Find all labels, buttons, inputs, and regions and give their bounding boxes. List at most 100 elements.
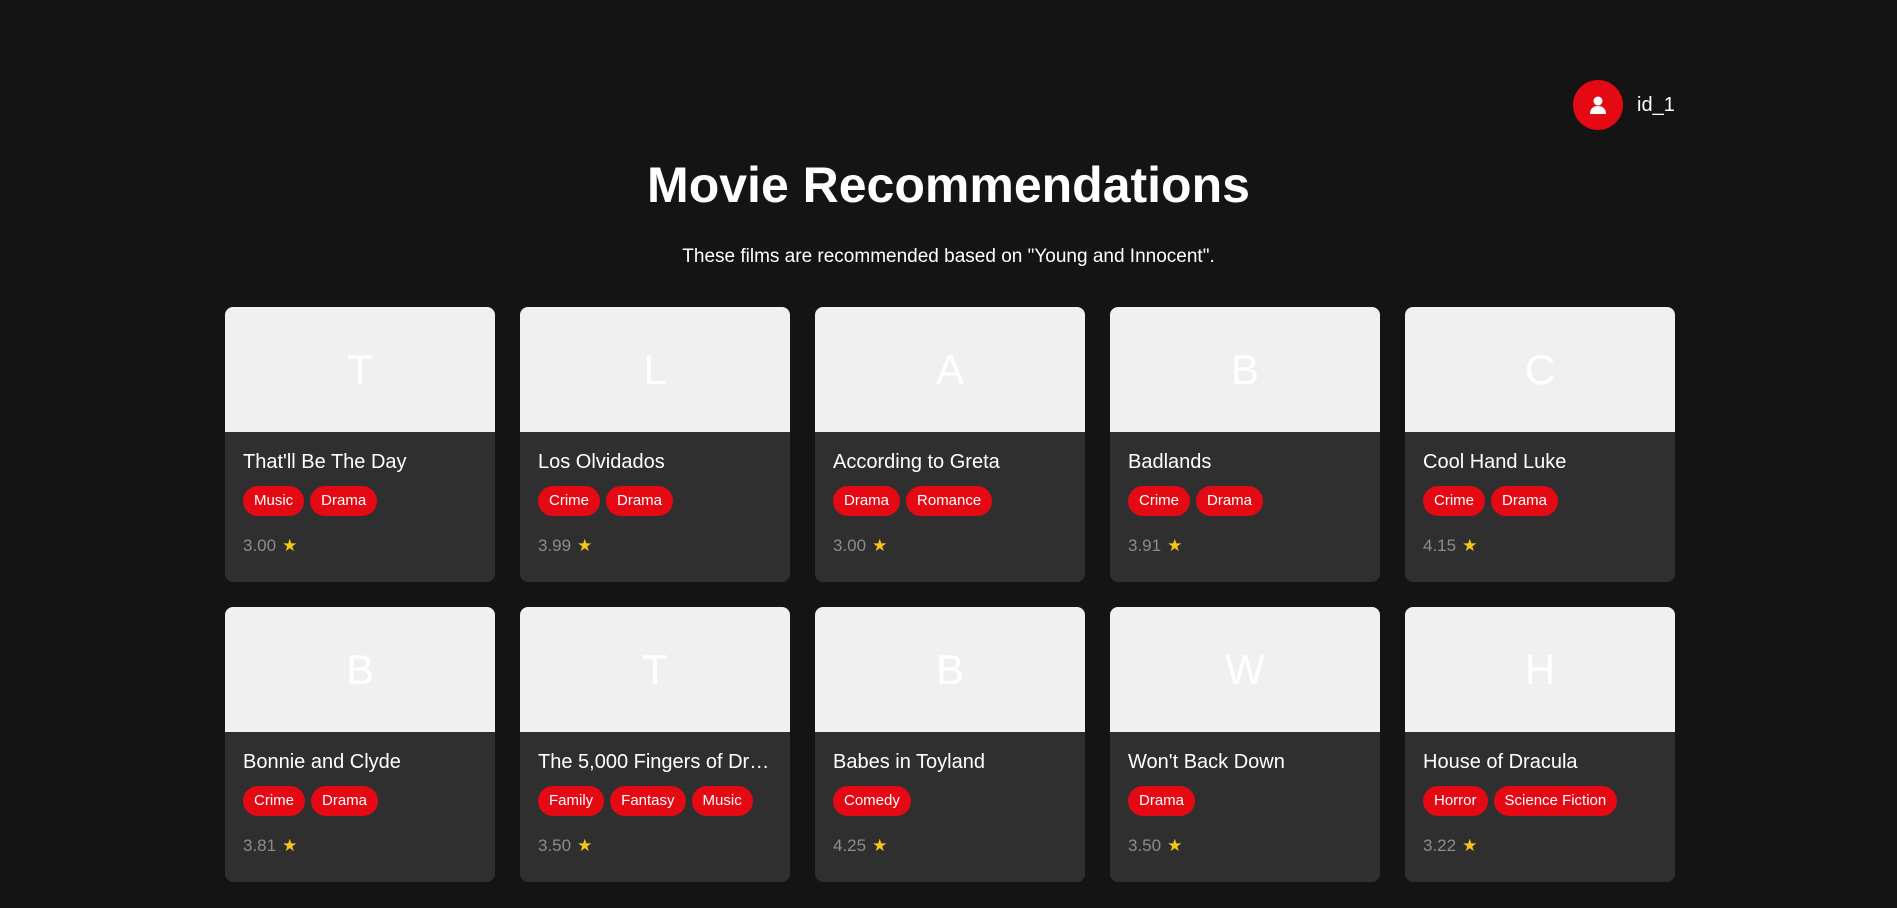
movie-rating: 3.81 ★ [243, 836, 477, 856]
star-icon: ★ [1462, 536, 1478, 555]
movie-card-body: Los Olvidados Crime Drama 3.99 ★ [520, 432, 790, 556]
movie-card[interactable]: T The 5,000 Fingers of Dr… Family Fantasy Mu… [520, 607, 790, 882]
movie-poster[interactable]: T [225, 307, 495, 432]
movie-rating: 4.25 ★ [833, 836, 1067, 856]
genre-tag: Drama [310, 486, 378, 516]
movie-card[interactable]: B Bonnie and Clyde Crime Drama 3.81 ★ [225, 607, 495, 882]
movie-poster[interactable]: W [1110, 607, 1380, 732]
star-icon: ★ [577, 836, 593, 855]
genre-tag: Fantasy [610, 786, 686, 816]
movie-title[interactable]: The 5,000 Fingers of Dr… [538, 750, 772, 774]
rating-value: 3.50 [538, 836, 572, 855]
genre-tag: Drama [1128, 786, 1196, 816]
movie-title[interactable]: Badlands [1128, 450, 1362, 474]
movie-card[interactable]: W Won't Back Down Drama 3.50 ★ [1110, 607, 1380, 882]
genre-tag: Drama [1491, 486, 1559, 516]
rating-value: 3.99 [538, 536, 572, 555]
rating-value: 4.25 [833, 836, 867, 855]
genre-tag: Drama [311, 786, 379, 816]
movie-rating: 3.00 ★ [243, 536, 477, 556]
genre-tag: Crime [1128, 486, 1190, 516]
genre-tags: Crime Drama [1423, 486, 1657, 516]
movie-card-body: Won't Back Down Drama 3.50 ★ [1110, 732, 1380, 856]
rating-value: 3.00 [833, 536, 867, 555]
movie-title[interactable]: Bonnie and Clyde [243, 750, 477, 774]
page-subtitle: These films are recommended based on "Yo… [682, 246, 1215, 267]
movie-card-body: Cool Hand Luke Crime Drama 4.15 ★ [1405, 432, 1675, 556]
movie-poster[interactable]: L [520, 307, 790, 432]
movie-rating: 4.15 ★ [1423, 536, 1657, 556]
genre-tags: Drama [1128, 786, 1362, 816]
movie-card[interactable]: L Los Olvidados Crime Drama 3.99 ★ [520, 307, 790, 582]
movie-title[interactable]: Los Olvidados [538, 450, 772, 474]
genre-tags: Music Drama [243, 486, 477, 516]
rating-value: 4.15 [1423, 536, 1457, 555]
movie-poster[interactable]: B [1110, 307, 1380, 432]
movie-card-body: House of Dracula Horror Science Fiction 3.2… [1405, 732, 1675, 856]
movie-grid: T That'll Be The Day Music Drama 3.00 ★ L Los O… [225, 307, 1675, 882]
movie-card-body: That'll Be The Day Music Drama 3.00 ★ [225, 432, 495, 556]
movie-poster[interactable]: B [815, 607, 1085, 732]
movie-card-body: Badlands Crime Drama 3.91 ★ [1110, 432, 1380, 556]
genre-tag: Drama [833, 486, 901, 516]
movie-title[interactable]: Cool Hand Luke [1423, 450, 1657, 474]
star-icon: ★ [282, 536, 298, 555]
genre-tag: Horror [1423, 786, 1488, 816]
star-icon: ★ [577, 536, 593, 555]
movie-card[interactable]: B Babes in Toyland Comedy 4.25 ★ [815, 607, 1085, 882]
genre-tag: Comedy [833, 786, 911, 816]
movie-poster[interactable]: B [225, 607, 495, 732]
genre-tag: Crime [243, 786, 305, 816]
genre-tags: Family Fantasy Music [538, 786, 772, 816]
user-icon [1588, 95, 1608, 115]
movie-title[interactable]: That'll Be The Day [243, 450, 477, 474]
genre-tags: Crime Drama [1128, 486, 1362, 516]
star-icon: ★ [872, 536, 888, 555]
page-title: Movie Recommendations [647, 157, 1250, 213]
movie-title[interactable]: House of Dracula [1423, 750, 1657, 774]
movie-poster[interactable]: T [520, 607, 790, 732]
star-icon: ★ [1462, 836, 1478, 855]
movie-card-body: According to Greta Drama Romance 3.00 ★ [815, 432, 1085, 556]
rating-value: 3.81 [243, 836, 277, 855]
movie-title[interactable]: According to Greta [833, 450, 1067, 474]
rating-value: 3.22 [1423, 836, 1457, 855]
movie-card[interactable]: B Badlands Crime Drama 3.91 ★ [1110, 307, 1380, 582]
movie-card[interactable]: H House of Dracula Horror Science Fiction 3.… [1405, 607, 1675, 882]
movie-rating: 3.50 ★ [1128, 836, 1362, 856]
movie-poster[interactable]: C [1405, 307, 1675, 432]
star-icon: ★ [1167, 836, 1183, 855]
movie-rating: 3.50 ★ [538, 836, 772, 856]
genre-tags: Crime Drama [538, 486, 772, 516]
page: id_1 Movie Recommendations These films a… [0, 0, 1897, 908]
star-icon: ★ [1167, 536, 1183, 555]
genre-tag: Crime [538, 486, 600, 516]
avatar[interactable] [1573, 80, 1623, 130]
genre-tag: Romance [906, 486, 993, 516]
movie-poster[interactable]: H [1405, 607, 1675, 732]
movie-title[interactable]: Babes in Toyland [833, 750, 1067, 774]
movie-title[interactable]: Won't Back Down [1128, 750, 1362, 774]
genre-tags: Crime Drama [243, 786, 477, 816]
genre-tag: Drama [1196, 486, 1264, 516]
genre-tag: Drama [606, 486, 674, 516]
movie-rating: 3.22 ★ [1423, 836, 1657, 856]
movie-card[interactable]: T That'll Be The Day Music Drama 3.00 ★ [225, 307, 495, 582]
genre-tags: Horror Science Fiction [1423, 786, 1657, 816]
genre-tag: Family [538, 786, 605, 816]
movie-card-body: Babes in Toyland Comedy 4.25 ★ [815, 732, 1085, 856]
genre-tag: Science Fiction [1493, 786, 1618, 816]
movie-card[interactable]: C Cool Hand Luke Crime Drama 4.15 ★ [1405, 307, 1675, 582]
genre-tag: Crime [1423, 486, 1485, 516]
movie-card[interactable]: A According to Greta Drama Romance 3.00 ★ [815, 307, 1085, 582]
rating-value: 3.91 [1128, 536, 1162, 555]
star-icon: ★ [282, 836, 298, 855]
movie-rating: 3.99 ★ [538, 536, 772, 556]
movie-poster[interactable]: A [815, 307, 1085, 432]
rating-value: 3.00 [243, 536, 277, 555]
rating-value: 3.50 [1128, 836, 1162, 855]
genre-tags: Comedy [833, 786, 1067, 816]
user-menu[interactable]: id_1 [1573, 80, 1675, 130]
genre-tags: Drama Romance [833, 486, 1067, 516]
movie-card-body: Bonnie and Clyde Crime Drama 3.81 ★ [225, 732, 495, 856]
